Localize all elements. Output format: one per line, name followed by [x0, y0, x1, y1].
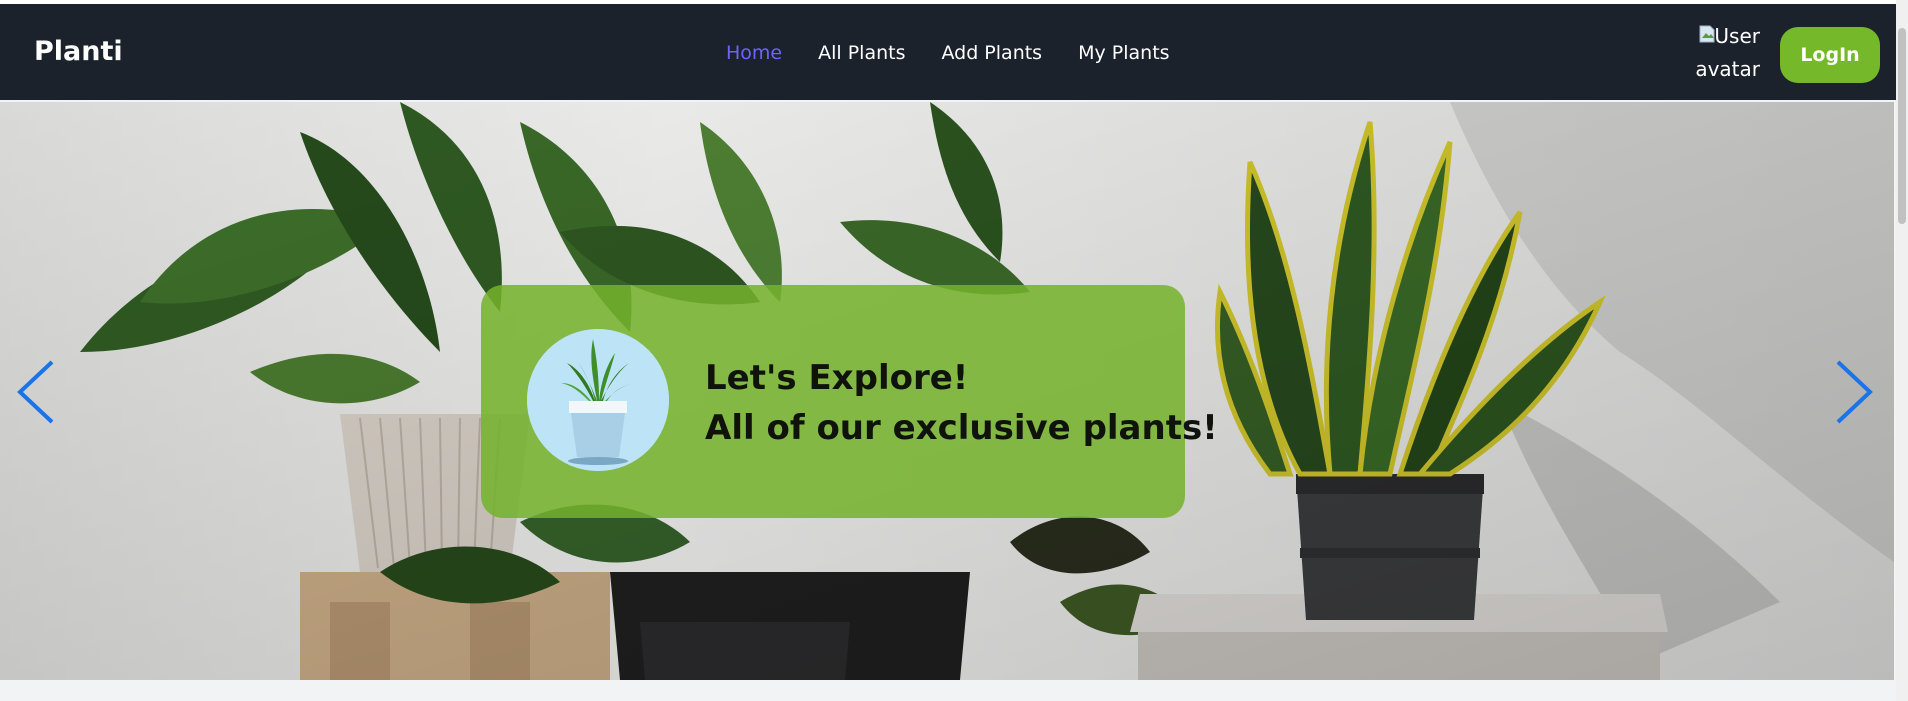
nav-item-add-plants[interactable]: Add Plants: [941, 42, 1042, 64]
main-nav: Home All Plants Add Plants My Plants: [726, 42, 1170, 64]
hero-headline-line2: All of our exclusive plants!: [705, 408, 1218, 448]
page-background: [0, 680, 1896, 701]
nav-item-all-plants[interactable]: All Plants: [818, 42, 905, 64]
chevron-right-icon: [1836, 360, 1873, 424]
avatar-alt-text: User avatar: [1696, 24, 1760, 81]
potted-plant-illustration: [527, 329, 669, 471]
potted-plant-icon: [527, 329, 669, 471]
chevron-left-icon: [17, 360, 54, 424]
brand-logo[interactable]: Planti: [34, 36, 123, 67]
hero-headline-line1: Let's Explore!: [705, 358, 969, 398]
user-avatar[interactable]: User avatar: [1696, 20, 1760, 86]
nav-item-my-plants[interactable]: My Plants: [1078, 42, 1169, 64]
carousel-next-button[interactable]: [1830, 352, 1880, 432]
hero-headline: Let's Explore! All of our exclusive plan…: [705, 353, 1218, 453]
nav-item-home[interactable]: Home: [726, 42, 782, 64]
navbar: Planti Home All Plants Add Plants My Pla…: [0, 4, 1896, 100]
carousel-prev-button[interactable]: [10, 352, 60, 432]
hero-carousel: Let's Explore! All of our exclusive plan…: [0, 102, 1894, 680]
login-button[interactable]: LogIn: [1780, 27, 1880, 83]
scrollbar-thumb[interactable]: [1898, 28, 1906, 224]
hero-caption-card: Let's Explore! All of our exclusive plan…: [481, 285, 1218, 518]
page-scrollbar[interactable]: [1896, 0, 1908, 701]
